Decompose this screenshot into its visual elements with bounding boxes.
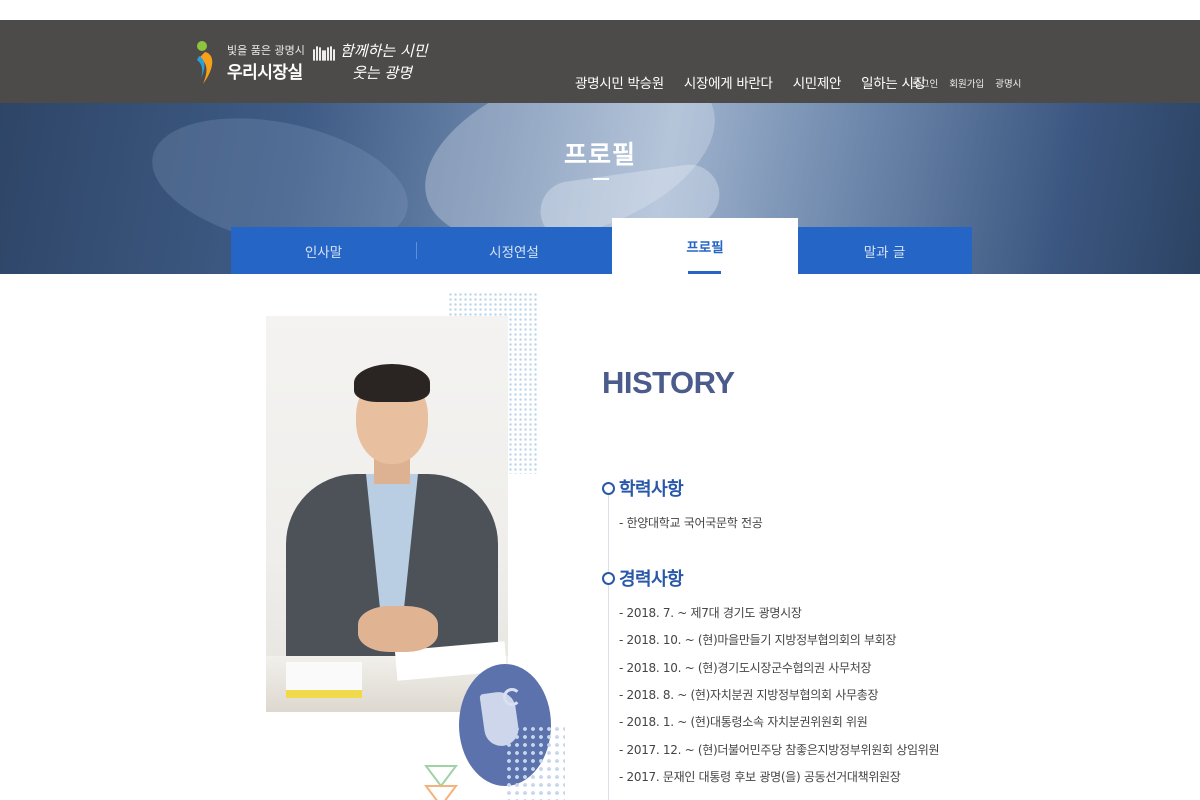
education-title-text: 학력사항 — [619, 479, 684, 500]
career-item: - 2018. 8. ~ (현)자치분권 지방정부협의회 사무총장 — [619, 688, 879, 702]
slogan-line-2: 웃는 광명 — [352, 64, 412, 82]
photo-figure — [358, 606, 438, 652]
emblem-shape — [503, 688, 521, 706]
ring-bullet-icon — [602, 571, 615, 585]
career-item: - 2018. 10. ~ (현)경기도시장군수협의권 사무처장 — [619, 661, 872, 675]
career-item: - 2018. 1. ~ (현)대통령소속 자치분권위원회 위원 — [619, 715, 868, 729]
site-header: 빛을 품은 광명시 우리시장실 함께하는 시민 웃는 광명 광명시민 박승원 시… — [0, 20, 1200, 103]
photo-box — [286, 662, 362, 698]
tab-speech[interactable]: 시정연설 — [416, 227, 612, 274]
logo-subtitle: 빛을 품은 광명시 — [227, 44, 305, 57]
timeline-line — [608, 495, 609, 800]
decorative-dot-pattern — [505, 725, 565, 800]
slogan-line-1: 함께하는 시민 — [340, 42, 428, 60]
gwangmyeong-link[interactable]: 광명시 — [995, 76, 1021, 90]
career-section-title: 경력사항 — [602, 565, 684, 591]
career-item: - 2017. 문재인 대통령 후보 광명(을) 공동선거대책위원장 — [619, 770, 901, 784]
education-item: - 한양대학교 국어국문학 전공 — [619, 516, 763, 530]
signup-link[interactable]: 회원가입 — [949, 76, 984, 90]
login-link[interactable]: 로그인 — [912, 76, 938, 90]
ring-bullet-icon — [602, 481, 615, 495]
education-section-title: 학력사항 — [602, 475, 684, 501]
nav-item-ask-mayor[interactable]: 시장에게 바란다 — [684, 72, 773, 92]
site-logo[interactable]: 빛을 품은 광명시 우리시장실 — [195, 36, 305, 88]
tab-greeting[interactable]: 인사말 — [231, 227, 416, 274]
slogan: 함께하는 시민 웃는 광명 — [312, 38, 442, 86]
main-nav: 광명시민 박승원 시장에게 바란다 시민제안 일하는 시장 — [575, 72, 926, 92]
tab-profile[interactable]: 프로필 — [612, 218, 798, 274]
career-item: - 2018. 10. ~ (현)마을만들기 지방정부협의회의 부회장 — [619, 633, 897, 647]
sub-tabs: 인사말 시정연설 말과 글 — [231, 227, 972, 274]
hands-icon — [313, 46, 335, 61]
tab-words[interactable]: 말과 글 — [797, 227, 972, 274]
top-strip — [0, 0, 1200, 20]
tab-profile-label: 프로필 — [686, 240, 724, 256]
triangle-decoration-icon — [424, 765, 458, 800]
nav-item-citizen-proposal[interactable]: 시민제안 — [793, 72, 842, 92]
photo-figure — [354, 364, 430, 402]
page-title: 프로필 — [563, 140, 636, 169]
active-tab-indicator — [688, 271, 721, 274]
utility-links: 로그인 회원가입 광명시 — [912, 76, 1021, 90]
logo-title: 우리시장실 — [227, 63, 303, 83]
mayor-photo — [266, 316, 508, 712]
career-item: - 2017. 12. ~ (현)더불어민주당 참좋은지방정부위원회 상임위원 — [619, 743, 940, 757]
career-title-text: 경력사항 — [619, 569, 684, 590]
nav-item-citizen-park[interactable]: 광명시민 박승원 — [575, 72, 664, 92]
title-underline — [593, 178, 609, 180]
logo-mark-icon — [197, 41, 213, 84]
history-heading: HISTORY — [602, 365, 735, 400]
career-item: - 2018. 7. ~ 제7대 경기도 광명시장 — [619, 606, 802, 620]
